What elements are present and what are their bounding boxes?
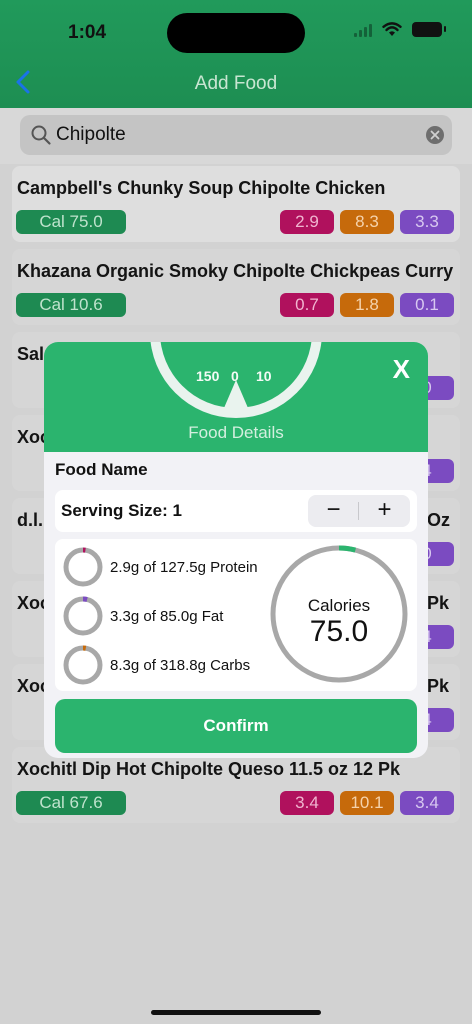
- search-bar: [0, 108, 472, 164]
- increment-button[interactable]: +: [359, 495, 410, 527]
- food-details-modal: 150 0 10 X Food Details Food Name Servin…: [44, 342, 428, 758]
- protein-badge: 0.7: [280, 293, 334, 317]
- protein-badge: 2.9: [280, 210, 334, 234]
- page-title: Add Food: [194, 73, 278, 94]
- close-icon: [430, 130, 440, 140]
- calories-badge: Cal 67.6: [16, 791, 126, 815]
- status-icons: [354, 22, 446, 37]
- modal-header: 150 0 10 X Food Details: [44, 342, 428, 452]
- food-result-name: Khazana Organic Smoky Chipolte Chickpeas…: [17, 261, 454, 281]
- food-result-name-tail: Oz: [427, 510, 451, 530]
- food-result-name: Campbell's Chunky Soup Chipolte Chicken: [17, 178, 386, 198]
- fat-badge: 0.1: [400, 293, 454, 317]
- modal-title: Food Details: [188, 423, 284, 442]
- calories-badge: Cal 75.0: [16, 210, 126, 234]
- carbs-text: 8.3g of 318.8g Carbs: [110, 657, 251, 674]
- serving-size-row: Serving Size: 1 − +: [55, 490, 417, 532]
- scale-tick-label: 150: [196, 368, 220, 384]
- fat-row: 3.3g of 85.0g Fat: [63, 596, 293, 636]
- search-field[interactable]: [20, 115, 452, 155]
- carbs-row: 8.3g of 318.8g Carbs: [63, 645, 293, 685]
- protein-row: 2.9g of 127.5g Protein: [63, 547, 293, 587]
- nutrition-summary: 2.9g of 127.5g Protein 3.3g of 85.0g Fat…: [55, 539, 417, 691]
- home-indicator: [151, 1010, 321, 1015]
- calories-label: Calories: [307, 596, 371, 615]
- carbs-ring: [63, 645, 103, 685]
- food-result-name-tail: Pk: [427, 676, 450, 696]
- scale-pointer-icon: [224, 380, 248, 408]
- fat-badge: 3.4: [400, 791, 454, 815]
- fat-badge: 3.3: [400, 210, 454, 234]
- cellular-signal-icon: [354, 23, 372, 37]
- food-name-label: Food Name: [55, 460, 148, 479]
- carbs-badge: 1.8: [340, 293, 394, 317]
- calories-value: 75.0: [309, 615, 369, 648]
- close-modal-button[interactable]: X: [393, 354, 410, 385]
- food-result-name-tail: Pk: [427, 593, 450, 613]
- food-result-item[interactable]: Khazana Organic Smoky Chipolte Chickpeas…: [12, 249, 460, 325]
- calories-badge: Cal 10.6: [16, 293, 126, 317]
- clear-search-button[interactable]: [426, 126, 444, 144]
- battery-icon: [412, 22, 446, 37]
- search-icon: [31, 125, 51, 145]
- serving-stepper: − +: [308, 495, 410, 527]
- protein-text: 2.9g of 127.5g Protein: [110, 559, 258, 576]
- dynamic-island: [167, 13, 305, 53]
- status-time: 1:04: [68, 22, 107, 43]
- fat-text: 3.3g of 85.0g Fat: [110, 608, 224, 625]
- food-result-item[interactable]: Campbell's Chunky Soup Chipolte Chicken …: [12, 166, 460, 242]
- carbs-badge: 8.3: [340, 210, 394, 234]
- food-result-name: d.l.: [17, 510, 43, 530]
- protein-badge: 3.4: [280, 791, 334, 815]
- decrement-button[interactable]: −: [308, 495, 359, 527]
- nav-header: 1:04 Add Food: [0, 0, 472, 108]
- wifi-icon: [382, 22, 402, 36]
- fat-ring: [63, 596, 103, 636]
- search-input[interactable]: [56, 121, 406, 149]
- serving-size-label: Serving Size: 1: [61, 501, 182, 520]
- food-result-item[interactable]: Xochitl Dip Hot Chipolte Queso 11.5 oz 1…: [12, 747, 460, 823]
- scale-tick-label: 10: [256, 368, 272, 384]
- protein-ring: [63, 547, 103, 587]
- confirm-button[interactable]: Confirm: [55, 699, 417, 753]
- carbs-badge: 10.1: [340, 791, 394, 815]
- food-result-name: Xochitl Dip Hot Chipolte Queso 11.5 oz 1…: [17, 759, 401, 779]
